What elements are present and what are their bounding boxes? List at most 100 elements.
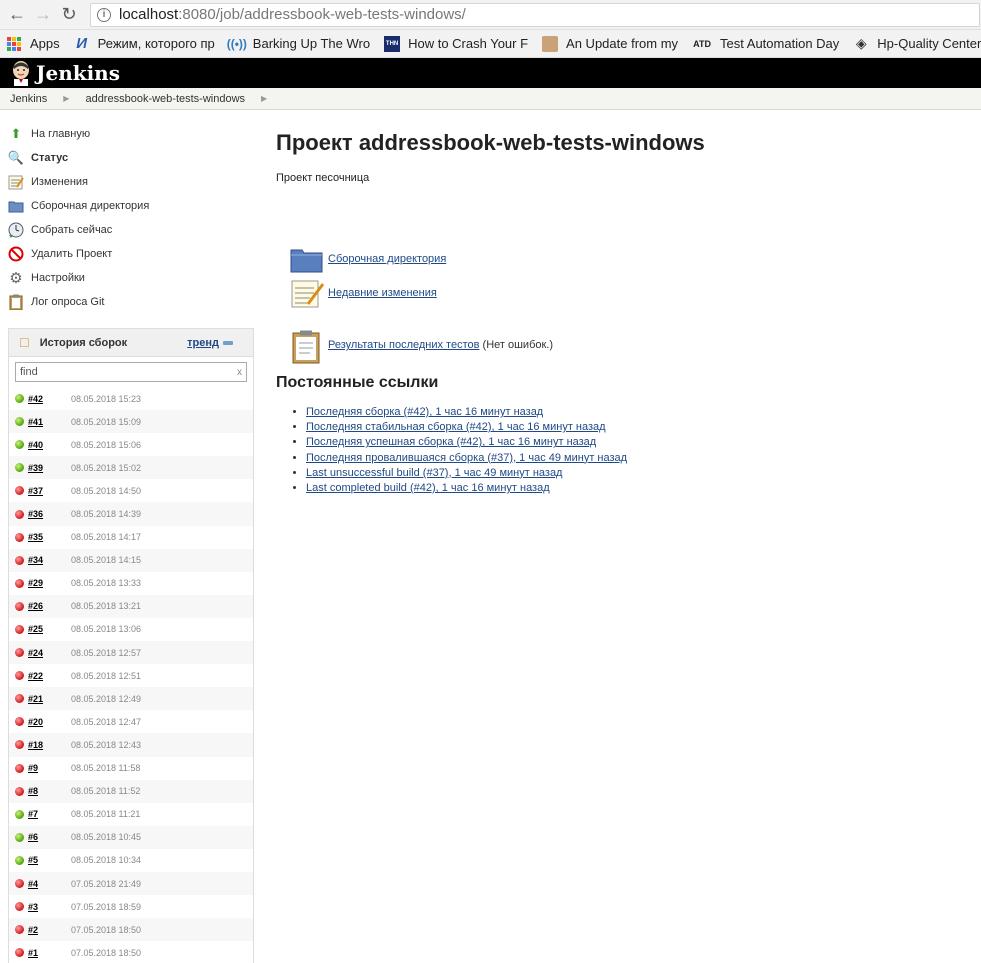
build-row[interactable]: #34 08.05.2018 14:15 xyxy=(9,548,253,572)
bookmark-item[interactable]: THN How to Crash Your F xyxy=(384,35,528,52)
clear-icon[interactable]: x xyxy=(237,367,242,378)
build-number-link[interactable]: #25 xyxy=(28,624,71,634)
permalink-last-build[interactable]: Последняя сборка (#42), 1 час 16 минут н… xyxy=(306,406,543,418)
breadcrumb: Jenkins ▶ addressbook-web-tests-windows … xyxy=(0,88,981,110)
forward-button[interactable]: → xyxy=(30,2,56,28)
build-date: 08.05.2018 12:47 xyxy=(71,716,142,727)
breadcrumb-job[interactable]: addressbook-web-tests-windows xyxy=(85,93,245,105)
build-number-link[interactable]: #35 xyxy=(28,532,71,542)
breadcrumb-separator-icon[interactable]: ▶ xyxy=(261,94,267,103)
build-number-link[interactable]: #1 xyxy=(28,948,71,958)
build-number-link[interactable]: #8 xyxy=(28,786,71,796)
build-row[interactable]: #18 08.05.2018 12:43 xyxy=(9,733,253,757)
test-results-action[interactable]: Результаты последних тестов (Нет ошибок.… xyxy=(290,328,705,364)
build-row[interactable]: #37 08.05.2018 14:50 xyxy=(9,479,253,502)
permalink-last-successful[interactable]: Последняя успешная сборка (#42), 1 час 1… xyxy=(306,436,596,448)
build-row[interactable]: #21 08.05.2018 12:49 xyxy=(9,687,253,711)
build-number-link[interactable]: #24 xyxy=(28,648,71,658)
permalink-last-stable[interactable]: Последняя стабильная сборка (#42), 1 час… xyxy=(306,421,606,433)
bookmark-label: An Update from my xyxy=(566,36,679,51)
build-number-link[interactable]: #4 xyxy=(28,879,71,889)
address-bar[interactable]: i localhost:8080/job/addressbook-web-tes… xyxy=(90,2,980,27)
jenkins-title[interactable]: Jenkins xyxy=(36,61,120,85)
build-row[interactable]: #1 07.05.2018 18:50 xyxy=(9,941,253,963)
permalink-last-unsuccessful[interactable]: Last unsuccessful build (#37), 1 час 49 … xyxy=(306,467,562,479)
reload-button[interactable]: ↻ xyxy=(56,2,82,28)
build-number-link[interactable]: #18 xyxy=(28,740,71,750)
build-row[interactable]: #39 08.05.2018 15:02 xyxy=(9,456,253,480)
build-number-link[interactable]: #9 xyxy=(28,763,71,773)
workspace-action[interactable]: Сборочная директория xyxy=(290,242,705,276)
build-row[interactable]: #9 08.05.2018 11:58 xyxy=(9,757,253,780)
build-row[interactable]: #8 08.05.2018 11:52 xyxy=(9,779,253,803)
bookmark-item[interactable]: ATD Test Automation Day xyxy=(692,36,839,52)
build-number-link[interactable]: #2 xyxy=(28,925,71,935)
back-button[interactable]: ← xyxy=(4,2,30,28)
changes-action[interactable]: Недавние изменения xyxy=(290,276,705,310)
build-row[interactable]: #35 08.05.2018 14:17 xyxy=(9,526,253,549)
build-number-link[interactable]: #41 xyxy=(28,417,71,427)
build-number-link[interactable]: #26 xyxy=(28,601,71,611)
failure-ball-icon xyxy=(15,486,24,496)
task-changes[interactable]: Изменения xyxy=(8,170,262,194)
build-row[interactable]: #6 08.05.2018 10:45 xyxy=(9,825,253,849)
build-number-link[interactable]: #29 xyxy=(28,578,71,588)
build-row[interactable]: #2 07.05.2018 18:50 xyxy=(9,918,253,942)
info-icon[interactable]: i xyxy=(97,7,111,22)
changes-link[interactable]: Недавние изменения xyxy=(328,287,437,299)
build-search-input[interactable]: find x xyxy=(15,362,247,382)
build-number-link[interactable]: #6 xyxy=(28,832,71,842)
task-status[interactable]: 🔍 Статус xyxy=(8,146,262,170)
build-row[interactable]: #29 08.05.2018 13:33 xyxy=(9,572,253,595)
build-row[interactable]: #20 08.05.2018 12:47 xyxy=(9,710,253,733)
build-number-link[interactable]: #20 xyxy=(28,717,71,727)
bookmark-item[interactable]: И Режим, которого пр xyxy=(74,35,215,52)
build-row[interactable]: #24 08.05.2018 12:57 xyxy=(9,641,253,665)
build-row[interactable]: #25 08.05.2018 13:06 xyxy=(9,618,253,641)
task-label: Сборочная директория xyxy=(31,200,150,212)
build-number-link[interactable]: #40 xyxy=(28,440,71,450)
task-delete-project[interactable]: Удалить Проект xyxy=(8,242,262,266)
permalink-last-completed[interactable]: Last completed build (#42), 1 час 16 мин… xyxy=(306,482,550,494)
task-home[interactable]: ⬆ На главную xyxy=(8,122,262,146)
bookmark-apps[interactable]: Apps xyxy=(6,36,60,52)
build-row[interactable]: #41 08.05.2018 15:09 xyxy=(9,410,253,434)
task-git-polling-log[interactable]: Лог опроса Git xyxy=(8,290,262,314)
jenkins-logo-icon[interactable] xyxy=(10,60,32,86)
build-number-link[interactable]: #37 xyxy=(28,486,71,496)
build-row[interactable]: #7 08.05.2018 11:21 xyxy=(9,803,253,826)
build-row[interactable]: #4 07.05.2018 21:49 xyxy=(9,871,253,896)
workspace-link[interactable]: Сборочная директория xyxy=(328,253,446,265)
jenkins-header: Jenkins xyxy=(0,58,981,88)
bookmark-item[interactable]: ◈ Hp-Quality Center Tu xyxy=(853,35,981,52)
build-row[interactable]: #36 08.05.2018 14:39 xyxy=(9,502,253,526)
task-build-now[interactable]: Собрать сейчас xyxy=(8,218,262,242)
build-row[interactable]: #26 08.05.2018 13:21 xyxy=(9,594,253,618)
build-number-link[interactable]: #7 xyxy=(28,809,71,819)
build-number-link[interactable]: #21 xyxy=(28,694,71,704)
build-number-link[interactable]: #39 xyxy=(28,463,71,473)
bookmark-item[interactable]: ((•)) Barking Up The Wro xyxy=(227,36,370,52)
breadcrumb-separator-icon[interactable]: ▶ xyxy=(63,94,69,103)
build-row[interactable]: #40 08.05.2018 15:06 xyxy=(9,433,253,456)
build-number-link[interactable]: #5 xyxy=(28,855,71,865)
build-row[interactable]: #5 08.05.2018 10:34 xyxy=(9,849,253,872)
build-date: 08.05.2018 14:15 xyxy=(71,555,142,566)
test-results-link[interactable]: Результаты последних тестов xyxy=(328,339,479,351)
permalink-last-failed[interactable]: Последняя провалившаяся сборка (#37), 1 … xyxy=(306,452,627,464)
build-row[interactable]: #3 07.05.2018 18:59 xyxy=(9,895,253,918)
build-number-link[interactable]: #22 xyxy=(28,671,71,681)
build-number-link[interactable]: #36 xyxy=(28,509,71,519)
task-workspace[interactable]: Сборочная директория xyxy=(8,194,262,218)
bookmark-item[interactable]: An Update from my xyxy=(542,35,679,52)
task-configure[interactable]: ⚙ Настройки xyxy=(8,266,262,290)
breadcrumb-root[interactable]: Jenkins xyxy=(10,93,47,105)
task-label: Настройки xyxy=(31,272,85,284)
build-number-link[interactable]: #42 xyxy=(28,394,71,404)
trend-link[interactable]: тренд xyxy=(187,337,233,349)
build-number-link[interactable]: #34 xyxy=(28,555,71,565)
build-row[interactable]: #22 08.05.2018 12:51 xyxy=(9,664,253,687)
build-row[interactable]: #42 08.05.2018 15:23 xyxy=(9,387,253,410)
build-number-link[interactable]: #3 xyxy=(28,902,71,912)
build-list: #42 08.05.2018 15:23 #41 08.05.2018 15:09 #4… xyxy=(9,387,253,963)
